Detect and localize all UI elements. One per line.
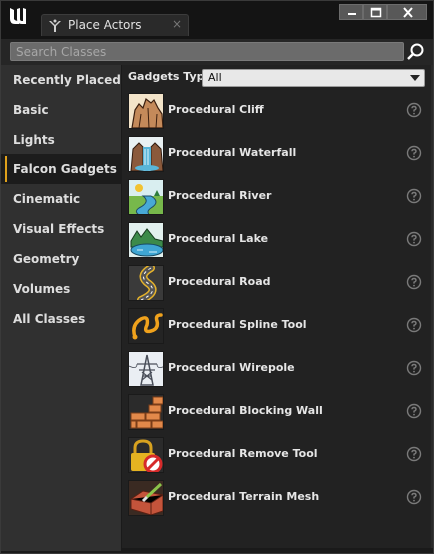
sidebar-item-cinematic[interactable]: Cinematic	[1, 184, 121, 214]
sidebar-item-falcon-gadgets[interactable]: Falcon Gadgets	[1, 154, 122, 184]
list-item-procedural-river[interactable]: Procedural River	[122, 176, 431, 219]
list-item-procedural-spline-tool[interactable]: Procedural Spline Tool	[122, 305, 431, 348]
sidebar-item-all-classes[interactable]: All Classes	[1, 304, 121, 334]
search-bar	[1, 39, 433, 65]
wirepole-icon	[128, 351, 164, 387]
road-icon	[128, 265, 164, 301]
list-item-label: Procedural Road	[168, 275, 271, 288]
minimize-button[interactable]	[339, 4, 363, 20]
list-item-procedural-terrain-mesh[interactable]: Procedural Terrain Mesh	[122, 477, 431, 520]
remove-icon	[128, 437, 164, 473]
help-icon[interactable]	[406, 274, 422, 290]
unreal-logo-icon	[10, 8, 26, 24]
sidebar-item-visual-effects[interactable]: Visual Effects	[1, 214, 121, 244]
search-icon[interactable]	[406, 42, 426, 62]
help-icon[interactable]	[406, 446, 422, 462]
category-sidebar: Recently Placed Basic Lights Falcon Gadg…	[1, 65, 122, 551]
waterfall-icon	[128, 136, 164, 172]
help-icon[interactable]	[406, 360, 422, 376]
actor-list-panel: Gadgets Type : All Procedural Cliff Proc…	[122, 65, 431, 548]
list-item-label: Procedural Wirepole	[168, 361, 295, 374]
help-icon[interactable]	[406, 145, 422, 161]
help-icon[interactable]	[406, 317, 422, 333]
list-item-label: Procedural Spline Tool	[168, 318, 307, 331]
search-input[interactable]	[10, 42, 404, 61]
place-actors-icon	[49, 19, 61, 32]
sidebar-item-volumes[interactable]: Volumes	[1, 274, 121, 304]
list-item-label: Procedural Remove Tool	[168, 447, 318, 460]
sidebar-item-basic[interactable]: Basic	[1, 95, 121, 125]
gadgets-type-dropdown[interactable]: All	[202, 69, 425, 87]
list-item-procedural-cliff[interactable]: Procedural Cliff	[122, 90, 431, 133]
gadgets-type-value: All	[208, 71, 222, 84]
list-item-label: Procedural Waterfall	[168, 146, 297, 159]
list-item-label: Procedural Blocking Wall	[168, 404, 323, 417]
list-item-procedural-waterfall[interactable]: Procedural Waterfall	[122, 133, 431, 176]
lake-icon	[128, 222, 164, 258]
place-actors-window: Place Actors × Recently Placed Basic Lig…	[0, 0, 434, 554]
cliff-icon	[128, 93, 164, 129]
list-item-procedural-road[interactable]: Procedural Road	[122, 262, 431, 305]
list-item-label: Procedural River	[168, 189, 272, 202]
sidebar-item-geometry[interactable]: Geometry	[1, 244, 121, 274]
sidebar-item-recently-placed[interactable]: Recently Placed	[1, 65, 121, 95]
title-bar[interactable]: Place Actors ×	[1, 1, 433, 39]
maximize-button[interactable]	[363, 4, 387, 20]
help-icon[interactable]	[406, 403, 422, 419]
chevron-down-icon	[410, 75, 420, 81]
list-item-procedural-blocking-wall[interactable]: Procedural Blocking Wall	[122, 391, 431, 434]
help-icon[interactable]	[406, 102, 422, 118]
help-icon[interactable]	[406, 231, 422, 247]
list-item-procedural-lake[interactable]: Procedural Lake	[122, 219, 431, 262]
terrain-icon	[128, 480, 164, 516]
help-icon[interactable]	[406, 188, 422, 204]
tab-close-button[interactable]: ×	[172, 17, 182, 31]
help-icon[interactable]	[406, 489, 422, 505]
wall-icon	[128, 394, 164, 430]
list-item-label: Procedural Cliff	[168, 103, 264, 116]
list-item-label: Procedural Terrain Mesh	[168, 490, 320, 503]
list-item-procedural-wirepole[interactable]: Procedural Wirepole	[122, 348, 431, 391]
close-window-button[interactable]	[387, 4, 427, 20]
scrollbar[interactable]	[431, 65, 433, 548]
river-icon	[128, 179, 164, 215]
spline-icon	[128, 308, 164, 344]
list-item-label: Procedural Lake	[168, 232, 269, 245]
tab-place-actors[interactable]: Place Actors ×	[41, 14, 189, 36]
sidebar-item-lights[interactable]: Lights	[1, 125, 121, 155]
list-item-procedural-remove-tool[interactable]: Procedural Remove Tool	[122, 434, 431, 477]
tab-title: Place Actors	[68, 18, 142, 32]
